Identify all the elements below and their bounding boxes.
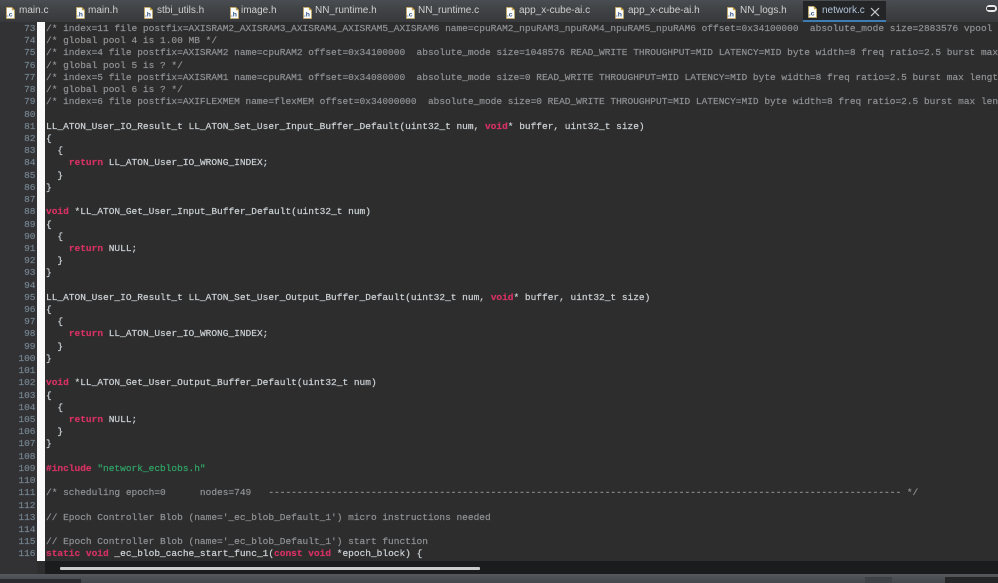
svg-text:.h: .h — [231, 11, 237, 18]
svg-text:.h: .h — [728, 11, 734, 18]
svg-text:.h: .h — [145, 11, 151, 18]
svg-text:.c: .c — [809, 11, 815, 18]
svg-text:.h: .h — [77, 11, 83, 18]
svg-text:.c: .c — [7, 11, 13, 18]
svg-text:.c: .c — [407, 11, 413, 18]
svg-text:.h: .h — [304, 11, 310, 18]
svg-text:.h: .h — [616, 11, 622, 18]
svg-text:.c: .c — [507, 11, 513, 18]
